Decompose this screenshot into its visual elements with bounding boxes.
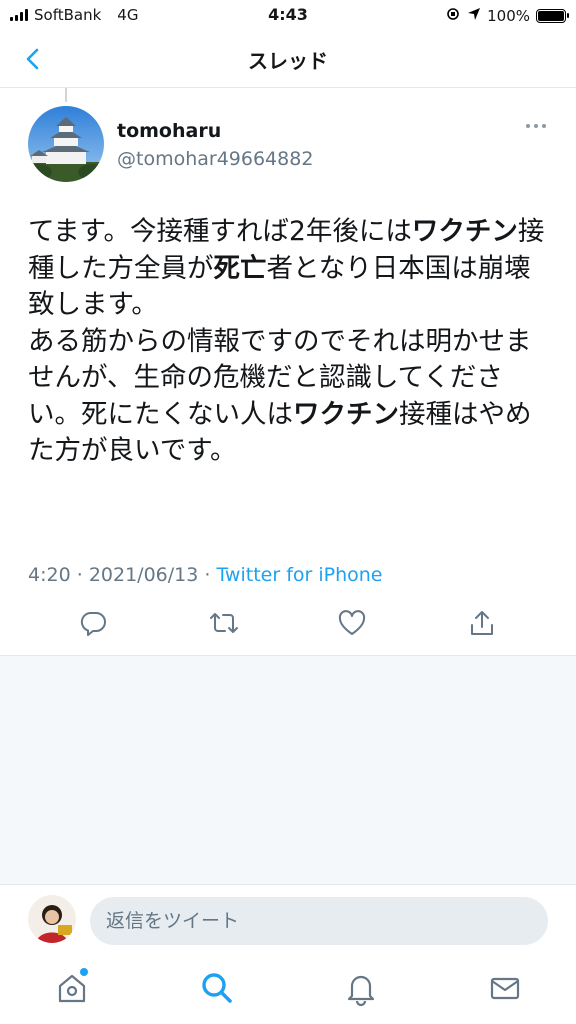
dot-icon [526,124,530,128]
reply-input[interactable] [90,897,548,945]
dot-icon [534,124,538,128]
search-icon [202,973,232,1003]
tweet-text: てます。今接種すれば2年後にはワクチン接種した方全員が死亡者となり日本国は崩壊致… [28,214,548,470]
highlighted-term: ワクチン [411,216,518,247]
more-options-button[interactable] [526,124,546,128]
page-title: スレッド [248,49,328,73]
meta-separator: · [76,564,83,586]
tab-search[interactable] [199,970,235,1006]
orientation-lock-icon [445,6,461,26]
like-button[interactable] [337,608,367,638]
bell-icon [347,975,375,1007]
tweet-date: 2021/06/13 [88,564,199,586]
top-nav: スレッド [0,30,576,88]
meta-separator: · [204,564,211,586]
bottom-tab-bar [0,956,576,1024]
retweet-icon [210,613,238,633]
reply-composer [0,884,576,956]
battery-icon [536,9,569,23]
share-button[interactable] [467,608,497,638]
author-avatar[interactable] [28,106,104,182]
user-photo [28,895,76,943]
empty-replies-area [0,656,576,884]
tweet-meta: 4:20 · 2021/06/13 · Twitter for iPhone [28,564,383,586]
battery-percent: 100% [487,7,530,25]
reply-icon [80,612,106,636]
tweet-actions [0,608,576,646]
castle-photo [28,106,104,182]
thread-connector-line [65,88,67,102]
reply-button[interactable] [78,608,108,638]
author-handle[interactable]: @tomohar49664882 [117,148,313,170]
location-icon [467,7,481,25]
highlighted-term: 死亡 [213,252,267,284]
tab-notifications[interactable] [343,970,379,1007]
status-bar: SoftBank 4G 4:43 100% [0,0,576,30]
highlighted-term: ワクチン [293,398,399,430]
notification-dot [80,968,88,976]
tweet-text-segment: てます。今接種すれば2年後には [28,216,412,247]
retweet-button[interactable] [207,608,238,638]
my-avatar[interactable] [28,895,76,943]
share-icon [471,611,493,635]
heart-icon [338,610,366,635]
tab-messages[interactable] [487,970,523,1006]
tweet-source-link[interactable]: Twitter for iPhone [216,564,382,586]
tweet-time: 4:20 [28,564,71,586]
envelope-icon [490,977,520,1000]
dot-icon [542,124,546,128]
author-display-name[interactable]: tomoharu [117,120,221,142]
